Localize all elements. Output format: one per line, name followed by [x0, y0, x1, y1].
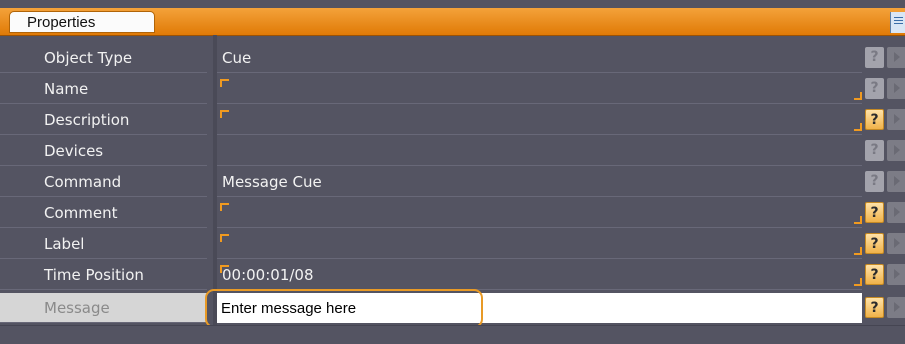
help-question-icon[interactable]: ?	[865, 171, 884, 192]
message-input[interactable]	[217, 293, 862, 323]
property-label: Label	[0, 229, 207, 259]
property-label: Command	[0, 167, 207, 197]
property-label: Time Position	[0, 260, 207, 290]
property-row-object-type: Object Type Cue ?	[0, 43, 905, 74]
expand-arrow-icon[interactable]	[887, 109, 905, 130]
property-row-devices: Devices ?	[0, 136, 905, 167]
property-row-comment: Comment ?	[0, 198, 905, 229]
top-strip	[0, 0, 905, 8]
edit-corner-icon	[220, 265, 229, 273]
expand-arrow-icon[interactable]	[887, 297, 905, 318]
expand-arrow-icon[interactable]	[887, 171, 905, 192]
expand-arrow-icon[interactable]	[887, 140, 905, 161]
devices-field[interactable]	[217, 136, 862, 166]
help-question-icon[interactable]: ?	[865, 78, 884, 99]
edit-corner-icon	[854, 247, 862, 255]
tab-properties[interactable]: Properties	[9, 11, 155, 33]
time-position-field[interactable]: 00:00:01/08	[217, 260, 862, 290]
expand-arrow-icon[interactable]	[887, 47, 905, 68]
property-label: Message	[0, 293, 207, 323]
expand-arrow-icon[interactable]	[887, 202, 905, 223]
property-label: Devices	[0, 136, 207, 166]
bottom-strip	[0, 325, 905, 344]
help-question-icon[interactable]: ?	[865, 109, 884, 130]
property-label: Comment	[0, 198, 207, 228]
label-field[interactable]	[217, 229, 862, 259]
edit-corner-icon	[854, 278, 862, 286]
property-label: Name	[0, 74, 207, 104]
property-row-command: Command Message Cue ?	[0, 167, 905, 198]
property-row-message: Message ?	[0, 293, 905, 324]
name-field[interactable]	[217, 74, 862, 104]
property-row-time-position: Time Position 00:00:01/08 ?	[0, 260, 905, 291]
grid-view-icon[interactable]	[890, 12, 905, 33]
edit-corner-icon	[854, 92, 862, 100]
edit-corner-icon	[220, 203, 229, 211]
expand-arrow-icon[interactable]	[887, 78, 905, 99]
command-value: Message Cue	[217, 167, 862, 197]
property-label: Description	[0, 105, 207, 135]
edit-corner-icon	[220, 234, 229, 242]
comment-field[interactable]	[217, 198, 862, 228]
help-question-icon[interactable]: ?	[865, 297, 884, 318]
help-question-icon[interactable]: ?	[865, 47, 884, 68]
help-question-icon[interactable]: ?	[865, 264, 884, 285]
property-row-description: Description ?	[0, 105, 905, 136]
expand-arrow-icon[interactable]	[887, 264, 905, 285]
property-row-label: Label ?	[0, 229, 905, 260]
help-question-icon[interactable]: ?	[865, 140, 884, 161]
property-value: Cue	[217, 43, 862, 73]
field-text: 00:00:01/08	[222, 266, 314, 284]
property-row-name: Name ?	[0, 74, 905, 105]
edit-corner-icon	[854, 216, 862, 224]
help-question-icon[interactable]: ?	[865, 202, 884, 223]
properties-panel: Properties Object Type Cue ? Name ? Desc…	[0, 0, 905, 344]
description-field[interactable]	[217, 105, 862, 135]
edit-corner-icon	[220, 110, 229, 118]
property-label: Object Type	[0, 43, 207, 73]
edit-corner-icon	[220, 79, 229, 87]
help-question-icon[interactable]: ?	[865, 233, 884, 254]
expand-arrow-icon[interactable]	[887, 233, 905, 254]
edit-corner-icon	[854, 123, 862, 131]
